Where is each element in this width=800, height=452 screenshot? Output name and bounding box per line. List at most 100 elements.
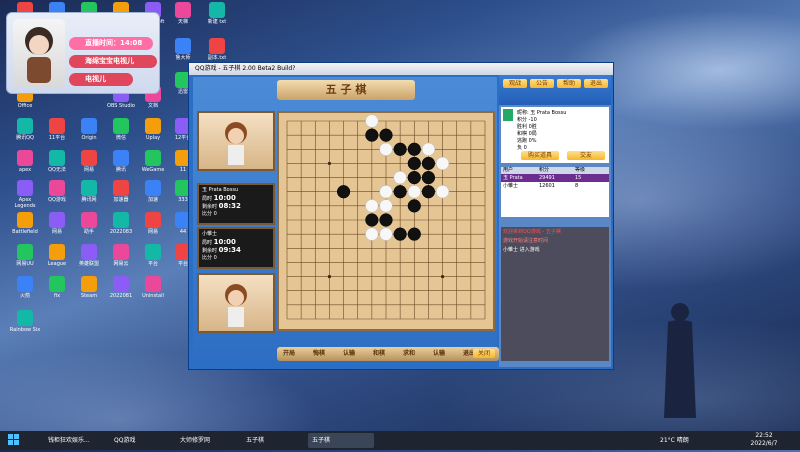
app-icon	[175, 38, 191, 54]
list-item[interactable]: 小雏士 12601 8	[501, 182, 609, 190]
desktop-icon[interactable]: QQ游戏	[40, 180, 74, 203]
window-titlebar[interactable]: QQ游戏 - 五子棋 2.00 Beta2 Build?	[189, 63, 613, 75]
friends-button[interactable]: 交友	[567, 151, 605, 160]
toolbar-button[interactable]: 认输	[343, 347, 355, 361]
desktop-icon-label: 加速	[147, 197, 158, 203]
desktop-icon-label: QQ游戏	[48, 197, 66, 203]
bottom-toolbar: 开局 悔棋 认输 和棋 求和 认输 退出 关闭	[277, 347, 499, 361]
buy-items-button[interactable]: 购买道具	[521, 151, 559, 160]
desktop-icon[interactable]: Battlefield	[8, 212, 42, 235]
board-grid[interactable]	[279, 113, 493, 329]
desktop-icon[interactable]: QQ无法	[40, 150, 74, 173]
desktop-icon[interactable]: 2022081	[104, 276, 138, 299]
toolbar-button[interactable]: 和棋	[373, 347, 385, 361]
desktop-icon[interactable]: 鲁大师	[166, 38, 200, 61]
side-panel: 观战 公告 帮助 退出 昵称: 玉 Prata Bossu 积分 -10 胜利 0胜 和棋…	[499, 75, 611, 367]
start-icon[interactable]	[4, 433, 24, 448]
desktop-icon[interactable]: Steam	[72, 276, 106, 299]
player2-time: 10:00	[213, 238, 236, 246]
player1-info: 玉 Prata Bossu 局时 10:00 剩余时 08:32 比分 0	[197, 183, 275, 225]
desktop-icon[interactable]: 助手	[72, 212, 106, 235]
desktop-icon[interactable]: 平台	[136, 244, 170, 267]
taskbar-item[interactable]: 五子棋	[242, 433, 308, 448]
black-stone	[421, 185, 436, 199]
desktop-icon-label: 11平台	[48, 135, 66, 141]
desktop-icon[interactable]: Uninstall	[136, 276, 170, 299]
panel-tab[interactable]: 观战	[503, 79, 527, 88]
desktop-icon[interactable]: 英雄联盟	[72, 244, 106, 267]
toolbar-button[interactable]: 开局	[283, 347, 295, 361]
desktop-icon[interactable]: 天梯	[166, 2, 200, 25]
list-cell: 玉 Prata	[503, 175, 523, 181]
player2-score: 比分 0	[202, 255, 217, 261]
desktop-icon[interactable]: Rainbow Six	[8, 310, 42, 333]
desktop-icon[interactable]: League	[40, 244, 74, 267]
black-stone	[379, 213, 393, 227]
app-icon	[17, 118, 33, 134]
desktop-icon[interactable]: 网易	[40, 212, 74, 235]
widget-button-2[interactable]: 电视儿	[69, 73, 133, 86]
widget-button-1[interactable]: 海绵宝宝电视儿	[69, 55, 157, 68]
taskbar-item[interactable]: 五子棋	[308, 433, 374, 448]
toolbar-button[interactable]: 认输	[433, 347, 445, 361]
desktop-icon[interactable]: 加速	[136, 180, 170, 203]
list-item[interactable]: 玉 Prata 29491 15	[501, 174, 609, 182]
desktop-icon[interactable]: Apex Legends	[8, 180, 42, 209]
desktop-icon[interactable]: 火箭	[8, 276, 42, 299]
desktop-icon-label: apex	[18, 167, 32, 173]
player2-portrait	[197, 273, 275, 333]
player-card-avatar	[503, 109, 513, 121]
taskbar-item[interactable]: QQ游戏	[110, 433, 176, 448]
desktop-icon[interactable]: 腾讯QQ	[8, 118, 42, 141]
desktop-icon[interactable]: 11平台	[40, 118, 74, 141]
game-banner: 五 子 棋	[277, 80, 415, 100]
desktop-icon[interactable]: 微信	[104, 118, 138, 141]
list-header-cell[interactable]: 积分	[537, 167, 573, 174]
desktop-icon[interactable]: 新建 txt	[200, 2, 234, 25]
taskbar-item[interactable]: 大师修罗网	[176, 433, 242, 448]
black-stone	[407, 156, 421, 171]
player1-remaining: 08:32	[218, 202, 241, 210]
panel-tab[interactable]: 帮助	[557, 79, 581, 88]
panel-tab[interactable]: 公告	[530, 79, 554, 88]
app-icon	[145, 150, 161, 166]
desktop-icon[interactable]: WeGame	[136, 150, 170, 173]
app-icon	[81, 150, 97, 166]
gomoku-board[interactable]	[277, 111, 495, 331]
desktop-icon[interactable]: 网易UU	[8, 244, 42, 267]
app-icon	[17, 276, 33, 292]
white-stone	[407, 185, 421, 199]
desktop-icon-label: 2022081	[109, 293, 133, 299]
desktop-icon[interactable]: 腾讯	[104, 150, 138, 173]
player-card: 昵称: 玉 Prata Bossu 积分 -10 胜利 0胜 和棋 0局 逃跑 0% 负…	[501, 107, 609, 163]
white-stone	[435, 185, 450, 199]
app-icon	[113, 180, 129, 196]
list-header-cell[interactable]: 等级	[573, 167, 609, 174]
toolbar-button[interactable]: 悔棋	[313, 347, 325, 361]
desktop-icon[interactable]: 网易	[136, 212, 170, 235]
desktop-icon[interactable]: Origin	[72, 118, 106, 141]
desktop-icon[interactable]: fix	[40, 276, 74, 299]
player2-remaining: 09:34	[218, 246, 241, 254]
desktop-icon[interactable]: 网易云	[104, 244, 138, 267]
black-stone	[379, 128, 393, 142]
panel-tab[interactable]: 退出	[584, 79, 608, 88]
close-small-button[interactable]: 关闭	[473, 349, 495, 358]
taskbar-item[interactable]: 钱柜狂欢娱乐...	[44, 433, 110, 448]
desktop-icon[interactable]: 加速器	[104, 180, 138, 203]
desktop-icon[interactable]: 腾讯网	[72, 180, 106, 203]
desktop-icon[interactable]: 网易	[72, 150, 106, 173]
desktop-icon[interactable]: 副本.txt	[200, 38, 234, 61]
desktop-icon-label: OBS Studio	[107, 103, 135, 109]
desktop-icon[interactable]: 2022083	[104, 212, 138, 235]
desktop-icon-label: 新建 txt	[207, 19, 227, 25]
desktop-icon[interactable]: apex	[8, 150, 42, 173]
list-cell: 8	[575, 183, 579, 189]
app-icon	[81, 180, 97, 196]
list-cell: 29491	[539, 175, 555, 181]
toolbar-button[interactable]: 求和	[403, 347, 415, 361]
desktop-icon-label: 微信	[115, 135, 126, 141]
desktop-icon[interactable]: Uplay	[136, 118, 170, 141]
list-cell: 12601	[539, 183, 555, 189]
list-header-cell[interactable]: 用户	[501, 167, 537, 174]
